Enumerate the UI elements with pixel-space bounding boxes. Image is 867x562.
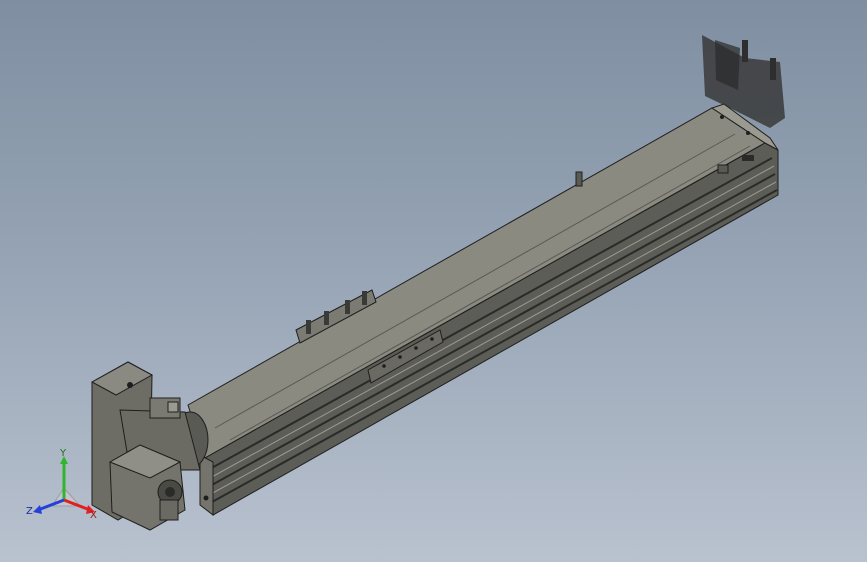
actuator-body[interactable] — [187, 103, 779, 517]
x-axis-label: X — [90, 510, 97, 521]
orientation-triad[interactable]: Y X Z — [24, 448, 104, 524]
motor-assembly[interactable] — [90, 361, 209, 531]
cad-3d-viewport[interactable]: Y X Z — [0, 0, 867, 562]
z-axis-label: Z — [26, 506, 33, 517]
y-axis-label: Y — [59, 448, 67, 459]
linear-actuator-model[interactable] — [0, 0, 867, 562]
z-axis-arrow-icon — [33, 505, 42, 514]
